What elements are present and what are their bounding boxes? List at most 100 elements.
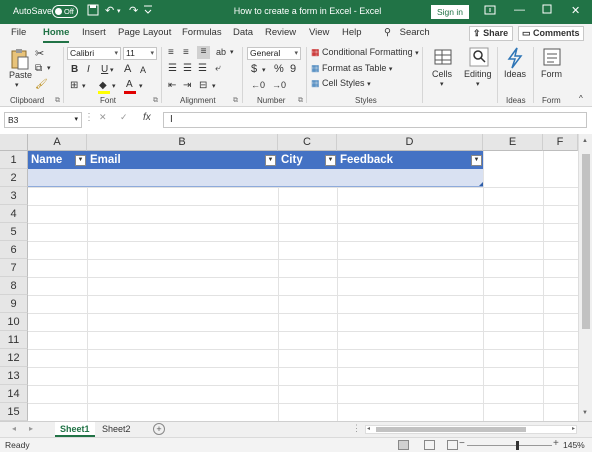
paste-button[interactable]: Paste (9, 70, 32, 80)
minimize-icon[interactable]: — (514, 4, 525, 16)
paste-icon[interactable] (10, 48, 30, 70)
column-header-c[interactable]: C (278, 134, 337, 151)
form-button[interactable]: Form (541, 69, 562, 79)
cut-icon[interactable]: ✂ (35, 47, 44, 60)
editing-search-icon[interactable] (469, 47, 489, 67)
font-color-dropdown-icon[interactable]: ▾ (139, 82, 143, 90)
close-icon[interactable]: ✕ (571, 4, 580, 17)
normal-view-icon[interactable] (398, 440, 409, 450)
editing-dropdown-icon[interactable]: ▾ (476, 80, 480, 88)
align-center-icon[interactable]: ☰ (183, 63, 192, 74)
menu-data[interactable]: Data (233, 27, 253, 38)
font-launcher-icon[interactable]: ⧉ (153, 97, 158, 105)
ideas-button[interactable]: Ideas (504, 69, 526, 79)
table-row[interactable] (28, 169, 483, 187)
column-header-f[interactable]: F (543, 134, 578, 151)
row-header-9[interactable]: 9 (0, 295, 28, 313)
row-header-5[interactable]: 5 (0, 223, 28, 241)
merge-dropdown-icon[interactable]: ▾ (212, 82, 216, 90)
zoom-slider-knob[interactable] (516, 441, 519, 450)
row-header-11[interactable]: 11 (0, 331, 28, 349)
conditional-formatting-button[interactable]: ▦ Conditional Formatting ▾ (311, 47, 419, 58)
filter-dropdown-icon[interactable]: ▼ (265, 155, 276, 166)
grow-font-button[interactable]: A (124, 63, 131, 75)
scroll-right-icon[interactable]: ▸ (572, 425, 575, 432)
copy-icon[interactable]: ⧉ (35, 63, 42, 74)
fill-color-icon[interactable]: ◆ (99, 80, 107, 91)
column-header-b[interactable]: B (87, 134, 278, 151)
wrap-text-icon[interactable]: ⤶ (215, 63, 221, 74)
column-header-e[interactable]: E (483, 134, 543, 151)
menu-insert[interactable]: Insert (82, 27, 106, 38)
table-header-feedback[interactable]: Feedback ▼ (337, 151, 483, 169)
page-break-view-icon[interactable] (447, 440, 458, 450)
menu-help[interactable]: Help (342, 27, 362, 38)
bold-button[interactable]: B (71, 64, 78, 75)
select-all-corner[interactable] (0, 134, 28, 151)
underline-button[interactable]: U (101, 64, 108, 75)
menu-home[interactable]: Home (43, 27, 70, 43)
vertical-scrollbar[interactable]: ▲ ▼ (578, 134, 592, 421)
decrease-indent-icon[interactable]: ⇤ (168, 80, 176, 91)
row-header-14[interactable]: 14 (0, 385, 28, 403)
menu-page-layout[interactable]: Page Layout (118, 27, 171, 38)
cells-button[interactable]: Cells (432, 69, 452, 79)
name-box[interactable]: B3 ▾ (4, 112, 82, 128)
filter-dropdown-icon[interactable]: ▼ (471, 155, 482, 166)
table-resize-handle-icon[interactable] (479, 182, 483, 186)
bottom-align-icon[interactable]: ≡ (197, 46, 210, 59)
customize-toolbar-icon[interactable] (143, 4, 153, 19)
currency-dropdown-icon[interactable]: ▾ (262, 66, 266, 74)
lightning-icon[interactable] (505, 47, 525, 69)
italic-button[interactable]: I (87, 64, 90, 75)
paste-dropdown-icon[interactable]: ▾ (15, 81, 19, 89)
menu-file[interactable]: File (11, 27, 26, 38)
row-header-10[interactable]: 10 (0, 313, 28, 331)
tab-scroll-left-icon[interactable]: ◂ (12, 424, 16, 433)
font-color-button[interactable]: A (126, 79, 133, 90)
zoom-slider[interactable] (467, 441, 552, 450)
share-button[interactable]: ⇪ Share (469, 26, 513, 41)
number-format-select[interactable]: General ▾ (247, 47, 301, 60)
vertical-scroll-thumb[interactable] (582, 154, 590, 329)
currency-button[interactable]: $ (251, 63, 257, 75)
format-painter-icon[interactable]: 🖌 (35, 79, 48, 90)
scroll-down-icon[interactable]: ▼ (582, 410, 588, 416)
shrink-font-button[interactable]: A (140, 65, 146, 75)
undo-dropdown-icon[interactable]: ▾ (117, 7, 121, 15)
page-layout-view-icon[interactable] (424, 440, 435, 450)
ribbon-display-options-icon[interactable] (484, 4, 496, 19)
menu-view[interactable]: View (309, 27, 329, 38)
menu-formulas[interactable]: Formulas (182, 27, 222, 38)
merge-center-icon[interactable]: ⊟ (199, 80, 207, 91)
tab-split-icon[interactable]: ⋮ (352, 423, 361, 434)
row-header-13[interactable]: 13 (0, 367, 28, 385)
column-header-a[interactable]: A (28, 134, 87, 151)
table-header-email[interactable]: Email ▼ (87, 151, 278, 169)
form-icon[interactable] (542, 47, 562, 67)
zoom-in-button[interactable]: + (553, 438, 559, 449)
middle-align-icon[interactable]: ≡ (183, 47, 189, 58)
horizontal-scroll-thumb[interactable] (376, 427, 526, 432)
percent-button[interactable]: % (274, 63, 284, 75)
enter-icon[interactable]: ✓ (120, 112, 128, 123)
redo-icon[interactable]: ↷ (129, 4, 138, 17)
row-header-2[interactable]: 2 (0, 169, 28, 187)
top-align-icon[interactable]: ≡ (168, 47, 174, 58)
copy-dropdown-icon[interactable]: ▾ (47, 64, 51, 72)
row-header-12[interactable]: 12 (0, 349, 28, 367)
alignment-launcher-icon[interactable]: ⧉ (233, 97, 238, 105)
table-header-city[interactable]: City ▼ (278, 151, 337, 169)
spreadsheet-grid[interactable]: A B C D E F 1 2 3 4 5 6 7 8 9 10 11 12 1… (0, 134, 592, 421)
format-as-table-button[interactable]: ▦ Format as Table ▾ (311, 63, 392, 74)
comments-button[interactable]: ▭ Comments (518, 26, 584, 41)
fill-dropdown-icon[interactable]: ▾ (112, 82, 116, 90)
filter-dropdown-icon[interactable]: ▼ (75, 155, 86, 166)
row-header-1[interactable]: 1 (0, 151, 28, 169)
orientation-icon[interactable]: ab (216, 47, 226, 57)
tab-scroll-right-icon[interactable]: ▸ (29, 424, 33, 433)
borders-dropdown-icon[interactable]: ▾ (82, 82, 86, 90)
font-size-select[interactable]: 11 ▾ (123, 47, 157, 60)
underline-dropdown-icon[interactable]: ▾ (110, 66, 114, 74)
collapse-ribbon-icon[interactable]: ^ (579, 94, 583, 103)
